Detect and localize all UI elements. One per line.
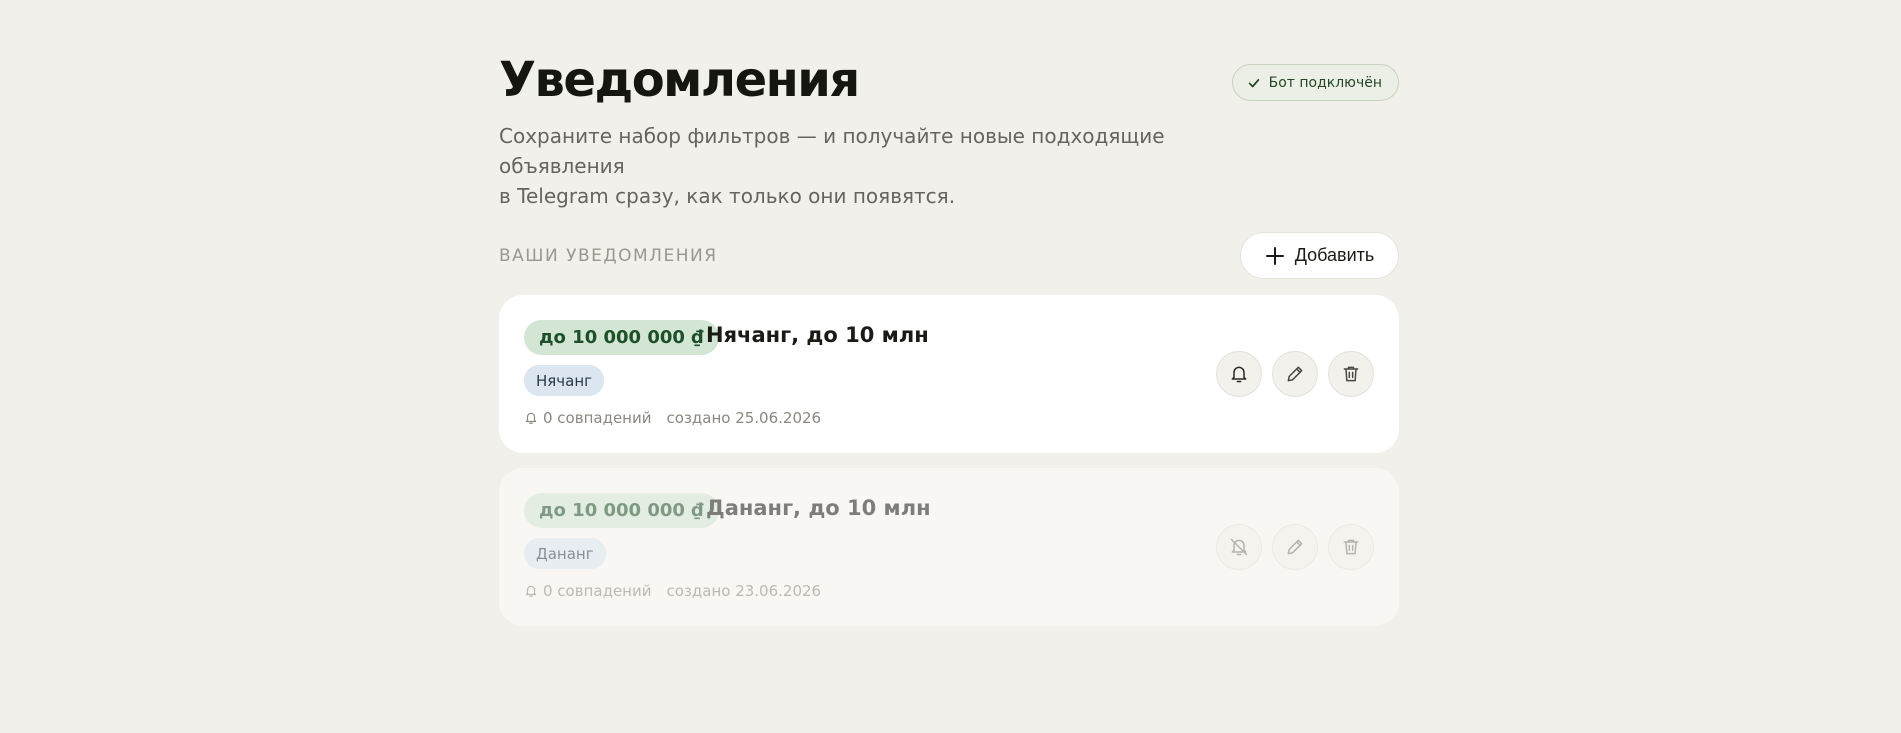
toggle-notification-button[interactable] [1216, 524, 1262, 570]
matches-count: 0 совпадений [543, 582, 652, 600]
notification-meta: 0 совпадений создано 25.06.2026 [524, 409, 821, 427]
price-chip: до 10 000 000 ₫ [524, 493, 719, 528]
city-tag: Дананг [524, 538, 606, 569]
notification-card: до 10 000 000 ₫ Дананг, до 10 млн Дананг… [499, 468, 1399, 626]
bell-off-icon [1230, 538, 1248, 556]
trash-icon [1343, 539, 1359, 555]
toggle-notification-button[interactable] [1216, 351, 1262, 397]
delete-button[interactable] [1328, 524, 1374, 570]
created-date: создано 25.06.2026 [666, 409, 822, 427]
bot-status-label: Бот подключён [1268, 74, 1382, 91]
price-chip: до 10 000 000 ₫ [524, 320, 719, 355]
notifications-page: Уведомления Бот подключён Сохраните набо… [499, 0, 1399, 626]
edit-button[interactable] [1272, 524, 1318, 570]
add-notification-button[interactable]: Добавить [1240, 232, 1399, 279]
page-title: Уведомления [499, 52, 860, 108]
page-header: Уведомления Бот подключён Сохраните набо… [499, 0, 1399, 208]
matches-count: 0 совпадений [543, 409, 652, 427]
bell-icon [525, 585, 537, 597]
notification-meta: 0 совпадений создано 23.06.2026 [524, 582, 821, 600]
subtitle-line-1: Сохраните набор фильтров — и получайте н… [499, 124, 1165, 178]
check-icon [1248, 78, 1259, 87]
page-subtitle: Сохраните набор фильтров — и получайте н… [499, 121, 1259, 211]
edit-button[interactable] [1272, 351, 1318, 397]
created-date: создано 23.06.2026 [666, 582, 822, 600]
section-header: ВАШИ УВЕДОМЛЕНИЯ Добавить [499, 232, 1399, 280]
notification-card: до 10 000 000 ₫ Нячанг, до 10 млн Нячанг… [499, 295, 1399, 453]
trash-icon [1343, 366, 1359, 382]
pencil-icon [1287, 366, 1303, 382]
section-title: ВАШИ УВЕДОМЛЕНИЯ [499, 246, 718, 266]
add-button-label: Добавить [1294, 245, 1375, 265]
subtitle-line-2: в Telegram сразу, как только они появятс… [499, 184, 956, 208]
bell-icon [1231, 366, 1247, 383]
bot-status-badge: Бот подключён [1231, 64, 1399, 101]
city-tag: Нячанг [524, 365, 605, 396]
delete-button[interactable] [1328, 351, 1374, 397]
pencil-icon [1287, 539, 1303, 555]
plus-icon [1265, 246, 1284, 265]
card-actions [1216, 351, 1374, 397]
card-actions [1216, 524, 1374, 570]
notification-title: Дананг, до 10 млн [706, 496, 931, 520]
notification-title: Нячанг, до 10 млн [706, 323, 929, 347]
bell-icon [525, 412, 537, 424]
